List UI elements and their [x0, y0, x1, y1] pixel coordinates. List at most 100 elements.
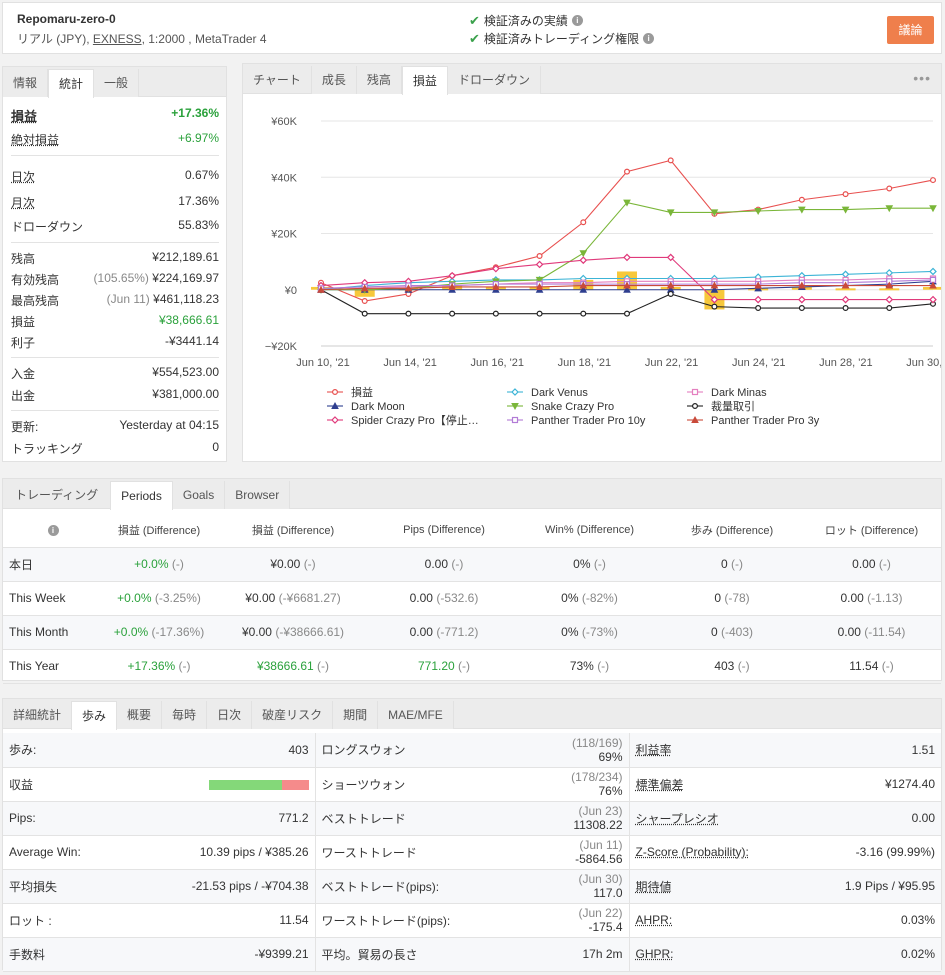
table-cell: ¥0.00 (-¥6681.27) [215, 581, 371, 616]
detail-table: 歩み: 403 ロングスウォン (118/169) 69% 利益率 1.51 収益 ショーツウ… [3, 733, 941, 972]
cell-difference: (-¥6681.27) [278, 591, 341, 605]
tab-chart[interactable]: チャート [243, 66, 311, 94]
legend-entry: Snake Crazy Pro [531, 401, 614, 413]
detail-value: 17h 2m [565, 937, 630, 972]
tab-growth[interactable]: 成長 [310, 66, 357, 94]
detail-tab[interactable]: MAE/MFE [378, 701, 454, 729]
table-row: This Year +17.36% (-) ¥38666.61 (-) 771.20 … [3, 649, 941, 684]
tab-goals[interactable]: Goals [172, 481, 226, 509]
table-cell: 0 (-) [662, 547, 802, 582]
detail-stats-panel: 詳細統計 歩み 概要 毎時 日次 破産リスク 期間 MAE/MFE 歩み: 403 ロングスウォン… [2, 698, 942, 972]
table-cell: +0.0% (-3.25%) [103, 581, 215, 616]
detail-tab[interactable]: 日次 [207, 701, 253, 729]
data-point [754, 295, 762, 304]
tab-browser[interactable]: Browser [225, 481, 291, 509]
cell-value: ¥0.00 [245, 591, 276, 605]
stat-tracking: トラッキング 0 [11, 440, 219, 456]
data-point [536, 310, 543, 317]
tab-stats[interactable]: 統計 [48, 69, 95, 98]
detail-tab[interactable]: 破産リスク [252, 701, 334, 729]
data-point [755, 305, 762, 312]
table-cell: 73% (-) [517, 649, 662, 684]
table-row: Average Win: 10.39 pips / ¥385.26 ワーストトレード… [3, 835, 941, 870]
legend-marker [331, 416, 339, 424]
detail-value: 1.51 [779, 733, 941, 768]
discuss-button[interactable]: 議論 [887, 16, 934, 44]
cell-difference: (-11.54) [864, 625, 906, 639]
cell-value: 0 [710, 625, 718, 639]
table-row: This Week +0.0% (-3.25%) ¥0.00 (-¥6681.27)… [3, 581, 941, 616]
more-icon[interactable]: ••• [913, 70, 931, 86]
detail-label: GHPR: [629, 937, 779, 972]
broker-link[interactable]: EXNESS [93, 32, 142, 46]
cell-value: +0.0% [113, 625, 149, 639]
periods-tabs: トレーディング Periods Goals Browser [3, 479, 941, 510]
detail-value: 0.02% [779, 937, 941, 972]
detail-label: ロングスウォン [315, 733, 565, 768]
cell-difference: (-) [178, 659, 191, 673]
detail-value: ¥1274.40 [779, 767, 941, 802]
legend-marker [331, 389, 338, 396]
legend-marker [692, 403, 699, 410]
info-icon[interactable]: i [571, 15, 583, 26]
profit-chart: ¥60K ¥40K ¥20K ¥0 −¥20K Jun 10, '21 Jun 14, '2… [265, 116, 941, 427]
stats-panel: 情報 統計 一般 損益 +17.36% 絶対損益 +6.97% 日次 0.67% 月次… [2, 66, 227, 462]
detail-note: (118/169) [572, 735, 623, 750]
detail-value: (Jun 11) -5864.56 [565, 835, 630, 870]
divider [11, 357, 219, 358]
cell-difference: (-82%) [581, 591, 618, 605]
cell-difference: (-) [593, 557, 606, 571]
detail-label: ワーストトレード(pips): [315, 903, 565, 938]
cell-difference: (-1.13) [867, 591, 903, 605]
data-point [623, 253, 631, 262]
cell-value: 771.20 [417, 659, 455, 673]
account-leverage: , 1:2000 , MetaTrader 4 [141, 32, 267, 46]
period-label: This Week [3, 581, 103, 616]
table-cell: 0.00 (-11.54) [802, 615, 941, 650]
detail-value: 403 [123, 733, 316, 768]
data-point [580, 310, 587, 317]
cell-value: 0.00 [409, 591, 433, 605]
cell-value: 0.00 [409, 625, 433, 639]
tab-info[interactable]: 情報 [3, 69, 49, 97]
table-cell: ¥0.00 (-) [215, 547, 371, 582]
detail-note: (Jun 11) [579, 838, 623, 852]
tab-periods[interactable]: Periods [110, 481, 173, 510]
info-icon[interactable]: i [47, 524, 59, 536]
data-point [886, 185, 893, 192]
detail-label: 歩み: [3, 733, 123, 768]
tab-profit[interactable]: 損益 [401, 66, 448, 95]
data-point [841, 270, 850, 279]
x-tick-label: Jun 22, '21 [645, 357, 698, 369]
table-cell: ¥0.00 (-¥38666.61) [215, 615, 371, 650]
stat-monthly: 月次 17.36% [11, 194, 219, 210]
stat-interest: 利子 -¥3441.14 [11, 334, 219, 350]
data-point [536, 253, 543, 260]
tab-drawdown[interactable]: ドローダウン [447, 66, 541, 94]
detail-tab[interactable]: 毎時 [162, 701, 208, 729]
cell-difference: (-73%) [581, 625, 618, 639]
verified-track-record: ✔ 検証済みの実績 i [469, 12, 583, 29]
data-point [842, 191, 849, 198]
stat-drawdown: ドローダウン 55.83% [11, 218, 219, 234]
x-tick-label: Jun 16, '21 [471, 357, 524, 369]
data-point [624, 168, 631, 175]
data-point [361, 310, 368, 317]
detail-tab[interactable]: 概要 [117, 701, 163, 729]
tab-trading[interactable]: トレーディング [3, 481, 110, 509]
table-cell: +17.36% (-) [103, 649, 215, 684]
info-icon[interactable]: i [643, 33, 655, 44]
table-cell: 11.54 (-) [802, 649, 941, 684]
cell-value: ¥0.00 [241, 625, 272, 639]
detail-tab[interactable]: 歩み [71, 701, 118, 730]
x-tick-label: Jun 14, '21 [383, 357, 436, 369]
table-row: 手数料 -¥9399.21 平均。貿易の長さ 17h 2m GHPR: 0.02% [3, 937, 941, 972]
cell-difference: (-78) [724, 591, 750, 605]
stat-highest: 最高残高 (Jun 11) ¥461,118.23 [11, 292, 219, 308]
tab-general[interactable]: 一般 [94, 69, 140, 97]
detail-tab[interactable]: 詳細統計 [3, 701, 71, 729]
detail-tab[interactable]: 期間 [333, 701, 379, 729]
data-point [842, 305, 849, 312]
tab-balance[interactable]: 残高 [356, 66, 402, 94]
cell-difference: (-¥38666.61) [275, 625, 345, 639]
